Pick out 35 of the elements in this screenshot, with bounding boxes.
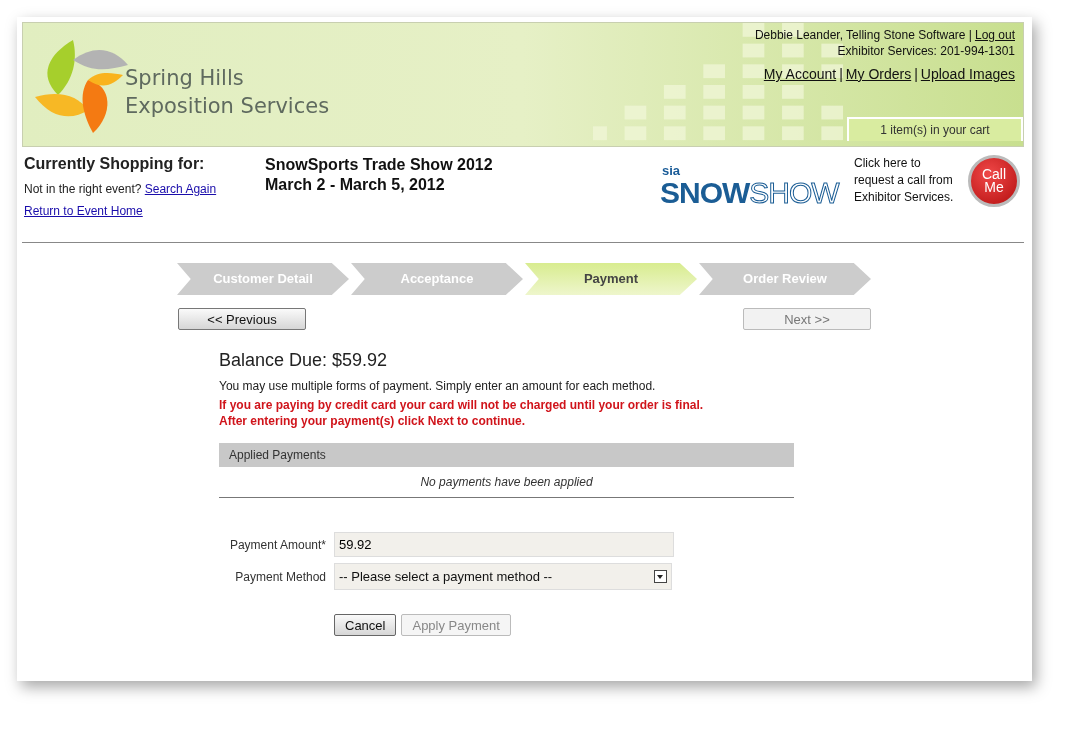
separator-text: | bbox=[914, 66, 918, 82]
previous-button[interactable]: << Previous bbox=[178, 308, 306, 330]
shopping-heading: Currently Shopping for: bbox=[24, 155, 206, 173]
logo-text: SHOW bbox=[749, 176, 839, 209]
search-again-link[interactable]: Search Again bbox=[144, 182, 217, 196]
call-request-text: Click here to request a call from Exhibitor Services. bbox=[854, 155, 955, 206]
field-label: Payment Amount* bbox=[228, 537, 327, 552]
account-link[interactable]: Upload Images bbox=[920, 66, 1015, 82]
field-label: Payment Method bbox=[234, 569, 327, 584]
logo-text: sia bbox=[662, 165, 682, 177]
brand-name: Exposition Services bbox=[125, 92, 330, 120]
separator-text: | bbox=[839, 66, 843, 82]
empty-message: No payments have been applied bbox=[219, 467, 794, 498]
wizard-step[interactable]: Payment bbox=[525, 263, 697, 295]
warning-text: After entering your payment(s) click Next to continue. bbox=[219, 413, 527, 429]
user-name: Debbie Leander, Telling Stone Software | bbox=[754, 28, 972, 42]
event-home-link[interactable]: Return to Event Home bbox=[24, 204, 143, 218]
applied-payments-header: Applied Payments bbox=[219, 443, 794, 467]
payment-note: You may use multiple forms of payment. Simply enter an amount for each method. bbox=[219, 379, 657, 393]
account-link[interactable]: My Account bbox=[763, 66, 837, 82]
amount-field[interactable]: 59.92 bbox=[334, 532, 674, 557]
cart-tab[interactable]: 1 item(s) in your cart bbox=[847, 117, 1023, 141]
cancel-button[interactable]: Cancel bbox=[334, 614, 397, 636]
warning-text: If you are paying by credit card your card will not be charged until your order is final. bbox=[219, 397, 705, 413]
event-dates: March 2 - March 5, 2012 bbox=[265, 175, 446, 195]
call-me-button[interactable]: Call Me bbox=[968, 155, 1020, 207]
logo-text: SNOW bbox=[660, 176, 750, 209]
balance-due: Balance Due: $59.92 bbox=[219, 350, 389, 371]
phone-text: Exhibitor Services: 201-994-1301 bbox=[836, 43, 1015, 59]
payment-method-dropdown[interactable]: -- Please select a payment method -- bbox=[334, 563, 672, 590]
prompt-text: Not in the right event? bbox=[24, 182, 143, 196]
account-link[interactable]: My Orders bbox=[845, 66, 912, 82]
logout-link[interactable]: Log out bbox=[974, 28, 1015, 42]
brand-name: Spring Hills bbox=[125, 64, 245, 92]
event-name: SnowSports Trade Show 2012 bbox=[265, 155, 494, 175]
